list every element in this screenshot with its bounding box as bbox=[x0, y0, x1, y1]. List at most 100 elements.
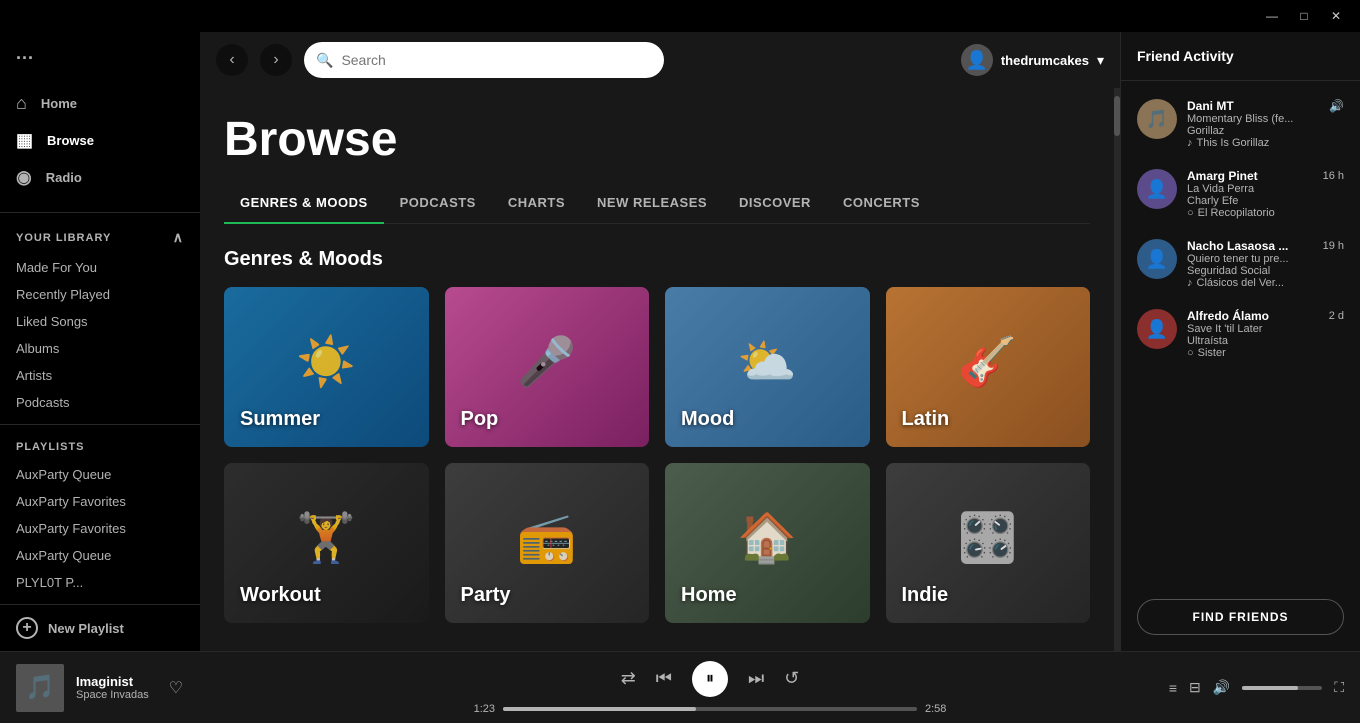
search-input[interactable] bbox=[341, 52, 652, 68]
sidebar-playlist-item[interactable]: AuxParty Queue bbox=[0, 542, 200, 569]
scroll-thumb[interactable] bbox=[1114, 96, 1120, 136]
friend-playlist-name-amarg: El Recopilatorio bbox=[1198, 207, 1275, 219]
progress-bar-container: 1:23 2:58 bbox=[460, 703, 960, 715]
sidebar-playlist-item[interactable]: AuxParty Queue bbox=[0, 461, 200, 488]
menu-dots[interactable]: ··· bbox=[0, 40, 200, 85]
progress-fill bbox=[503, 707, 696, 711]
next-button[interactable]: ⏭ bbox=[748, 668, 764, 689]
friend-playlist-alfredo: ○ Sister bbox=[1187, 347, 1344, 359]
sidebar-item-liked-songs[interactable]: Liked Songs bbox=[0, 308, 200, 335]
friend-time-nacho: 19 h bbox=[1323, 240, 1344, 252]
library-list: Made For You Recently Played Liked Songs… bbox=[0, 254, 200, 604]
library-chevron[interactable]: ∧ bbox=[173, 229, 184, 246]
sidebar: ··· ⌂ Home ▦ Browse ◉ Radio Your Library… bbox=[0, 32, 200, 651]
genre-card-pop[interactable]: 🎤 Pop bbox=[445, 287, 650, 447]
friend-name-row-amarg: Amarg Pinet 16 h bbox=[1187, 169, 1344, 183]
sidebar-playlist-item[interactable]: AuxParty Favorites bbox=[0, 515, 200, 542]
play-pause-button[interactable]: ⏸ bbox=[692, 661, 728, 697]
sidebar-item-browse[interactable]: ▦ Browse bbox=[0, 122, 200, 159]
friend-playlist-name-dani: This Is Gorillaz bbox=[1197, 137, 1270, 149]
username[interactable]: thedrumcakes bbox=[1001, 53, 1089, 68]
friend-item-alfredo[interactable]: 👤 Alfredo Álamo 2 d Save It 'til Later U… bbox=[1121, 299, 1360, 369]
sidebar-item-made-for-you[interactable]: Made For You bbox=[0, 254, 200, 281]
sidebar-item-albums[interactable]: Albums bbox=[0, 335, 200, 362]
sidebar-item-artists[interactable]: Artists bbox=[0, 362, 200, 389]
genre-card-summer[interactable]: ☀️ Summer bbox=[224, 287, 429, 447]
sidebar-radio-label: Radio bbox=[46, 170, 82, 185]
volume-fill bbox=[1242, 686, 1298, 690]
now-playing-icon-dani: 🔊 bbox=[1329, 99, 1344, 113]
genre-card-workout[interactable]: 🏋️ Workout bbox=[224, 463, 429, 623]
sidebar-item-recently-played[interactable]: Recently Played bbox=[0, 281, 200, 308]
friend-name-dani: Dani MT bbox=[1187, 99, 1234, 113]
friend-playlist-dani: ♪ This Is Gorillaz bbox=[1187, 137, 1344, 149]
friend-item-nacho[interactable]: 👤 Nacho Lasaosa ... 19 h Quiero tener tu… bbox=[1121, 229, 1360, 299]
circle-icon-alfredo: ○ bbox=[1187, 347, 1194, 359]
friend-track-alfredo: Save It 'til Later bbox=[1187, 323, 1344, 335]
friend-activity-header: Friend Activity bbox=[1121, 32, 1360, 81]
device-icon[interactable]: ⊟ bbox=[1189, 679, 1201, 696]
queue-icon[interactable]: ≡ bbox=[1169, 680, 1177, 696]
pop-label: Pop bbox=[461, 408, 499, 431]
genre-card-mood[interactable]: ⛅ Mood bbox=[665, 287, 870, 447]
sidebar-home-label: Home bbox=[41, 96, 77, 111]
friend-track-amarg: La Vida Perra bbox=[1187, 183, 1344, 195]
heart-icon[interactable]: ♡ bbox=[169, 678, 183, 698]
volume-icon[interactable]: 🔊 bbox=[1213, 679, 1230, 696]
now-playing-artist: Space Invadas bbox=[76, 689, 149, 701]
back-button[interactable]: ‹ bbox=[216, 44, 248, 76]
friend-artist-dani: Gorillaz bbox=[1187, 125, 1344, 137]
sidebar-playlist-item[interactable]: PLYL0T P... bbox=[0, 569, 200, 596]
sidebar-item-home[interactable]: ⌂ Home bbox=[0, 85, 200, 122]
sidebar-divider-2 bbox=[0, 424, 200, 425]
genre-card-latin[interactable]: 🎸 Latin bbox=[886, 287, 1091, 447]
shuffle-button[interactable]: ⇄ bbox=[621, 668, 636, 689]
tab-charts[interactable]: Charts bbox=[492, 183, 581, 224]
genre-card-indie[interactable]: 🎛️ Indie bbox=[886, 463, 1091, 623]
tab-discover[interactable]: Discover bbox=[723, 183, 827, 224]
genre-card-party[interactable]: 📻 Party bbox=[445, 463, 650, 623]
friend-avatar-nacho: 👤 bbox=[1137, 239, 1177, 279]
friend-track-dani: Momentary Bliss (fe... bbox=[1187, 113, 1344, 125]
sidebar-item-radio[interactable]: ◉ Radio bbox=[0, 159, 200, 196]
sidebar-playlist-item[interactable]: AuxParty Favorites bbox=[0, 488, 200, 515]
friend-item-amarg[interactable]: 👤 Amarg Pinet 16 h La Vida Perra Charly … bbox=[1121, 159, 1360, 229]
friend-name-alfredo: Alfredo Álamo bbox=[1187, 309, 1269, 323]
friend-name-row-dani: Dani MT 🔊 bbox=[1187, 99, 1344, 113]
close-button[interactable]: ✕ bbox=[1320, 0, 1352, 32]
previous-button[interactable]: ⏮ bbox=[656, 668, 672, 689]
section-title: Genres & Moods bbox=[224, 248, 1090, 271]
tab-new-releases[interactable]: New Releases bbox=[581, 183, 723, 224]
genre-card-home[interactable]: 🏠 Home bbox=[665, 463, 870, 623]
friend-artist-amarg: Charly Efe bbox=[1187, 195, 1344, 207]
tab-podcasts[interactable]: Podcasts bbox=[384, 183, 492, 224]
friend-item-dani-mt[interactable]: 🎵 Dani MT 🔊 Momentary Bliss (fe... Goril… bbox=[1121, 89, 1360, 159]
library-header-label: Your Library bbox=[16, 232, 111, 244]
minimize-button[interactable]: — bbox=[1256, 0, 1288, 32]
progress-bar[interactable] bbox=[503, 707, 917, 711]
tabs: Genres & Moods Podcasts Charts New Relea… bbox=[224, 183, 1090, 224]
forward-button[interactable]: › bbox=[260, 44, 292, 76]
main-content: ‹ › 🔍 👤 thedrumcakes ▾ Browse Genres & M… bbox=[200, 32, 1120, 651]
dropdown-arrow-icon[interactable]: ▾ bbox=[1097, 52, 1104, 69]
maximize-button[interactable]: □ bbox=[1288, 0, 1320, 32]
tab-genres-moods[interactable]: Genres & Moods bbox=[224, 183, 384, 224]
mood-label: Mood bbox=[681, 408, 734, 431]
search-icon: 🔍 bbox=[316, 52, 333, 69]
friend-name-nacho: Nacho Lasaosa ... bbox=[1187, 239, 1288, 253]
fullscreen-icon[interactable]: ⛶ bbox=[1334, 679, 1344, 696]
sidebar-nav: ··· ⌂ Home ▦ Browse ◉ Radio bbox=[0, 32, 200, 204]
repeat-button[interactable]: ↺ bbox=[784, 668, 799, 689]
music-note-icon-dani: ♪ bbox=[1187, 137, 1193, 149]
scroll-indicator[interactable] bbox=[1114, 88, 1120, 651]
indie-label: Indie bbox=[902, 584, 949, 607]
volume-bar[interactable] bbox=[1242, 686, 1322, 690]
music-note-icon-nacho: ♪ bbox=[1187, 277, 1193, 289]
sidebar-item-podcasts[interactable]: Podcasts bbox=[0, 389, 200, 416]
tab-concerts[interactable]: Concerts bbox=[827, 183, 936, 224]
friend-playlist-name-alfredo: Sister bbox=[1198, 347, 1226, 359]
new-playlist-button[interactable]: + New Playlist bbox=[0, 604, 200, 651]
now-playing-title: Imaginist bbox=[76, 674, 149, 689]
playlists-header-label: Playlists bbox=[16, 441, 85, 453]
find-friends-button[interactable]: FIND FRIENDS bbox=[1137, 599, 1344, 635]
